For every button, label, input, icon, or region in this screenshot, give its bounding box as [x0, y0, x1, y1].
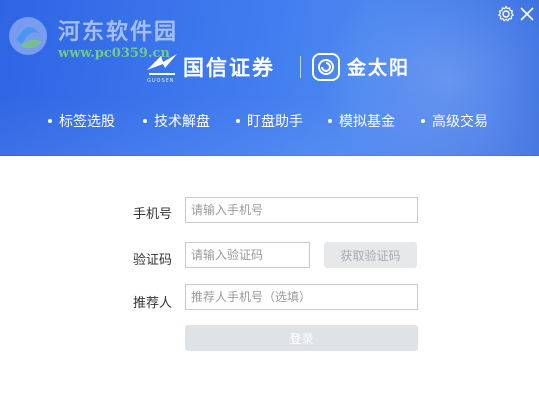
- bullet-icon: [236, 119, 240, 123]
- feature-item: 高级交易: [421, 111, 488, 131]
- close-icon[interactable]: [518, 5, 536, 23]
- watermark-logo-icon: [9, 17, 47, 55]
- bullet-icon: [328, 119, 332, 123]
- get-code-button[interactable]: 获取验证码: [324, 242, 417, 268]
- brand-logo: GUOSEN 国信证券 金太阳: [145, 50, 425, 86]
- login-button[interactable]: 登录: [185, 325, 418, 351]
- feature-list: 标签选股 技术解盘 盯盘助手 模拟基金 高级交易: [48, 111, 518, 131]
- watermark-title: 河东软件园: [58, 20, 179, 45]
- feature-item: 标签选股: [48, 111, 115, 131]
- bullet-icon: [48, 119, 52, 123]
- bullet-icon: [421, 119, 425, 123]
- phone-input[interactable]: [185, 197, 418, 223]
- phone-label: 手机号: [133, 207, 173, 222]
- feature-item: 技术解盘: [143, 111, 210, 131]
- gear-icon[interactable]: [497, 5, 515, 23]
- brand-name: 国信证券: [183, 56, 275, 80]
- brand-separator: [300, 56, 301, 78]
- code-input[interactable]: [185, 242, 310, 268]
- guosen-logo-icon: [147, 54, 177, 75]
- feature-item: 模拟基金: [328, 111, 395, 131]
- partner-name: 金太阳: [347, 57, 411, 79]
- referrer-input[interactable]: [185, 284, 418, 310]
- bullet-icon: [143, 119, 147, 123]
- brand-subtext: GUOSEN: [147, 78, 175, 84]
- header-banner: 河东软件园 www.pc0359.cn GUOSEN 国信证券 金太阳 标签选股…: [0, 0, 539, 156]
- referrer-label: 推荐人: [133, 296, 173, 311]
- code-label: 验证码: [133, 253, 173, 268]
- feature-item: 盯盘助手: [236, 111, 303, 131]
- golden-sun-logo-icon: [312, 53, 340, 81]
